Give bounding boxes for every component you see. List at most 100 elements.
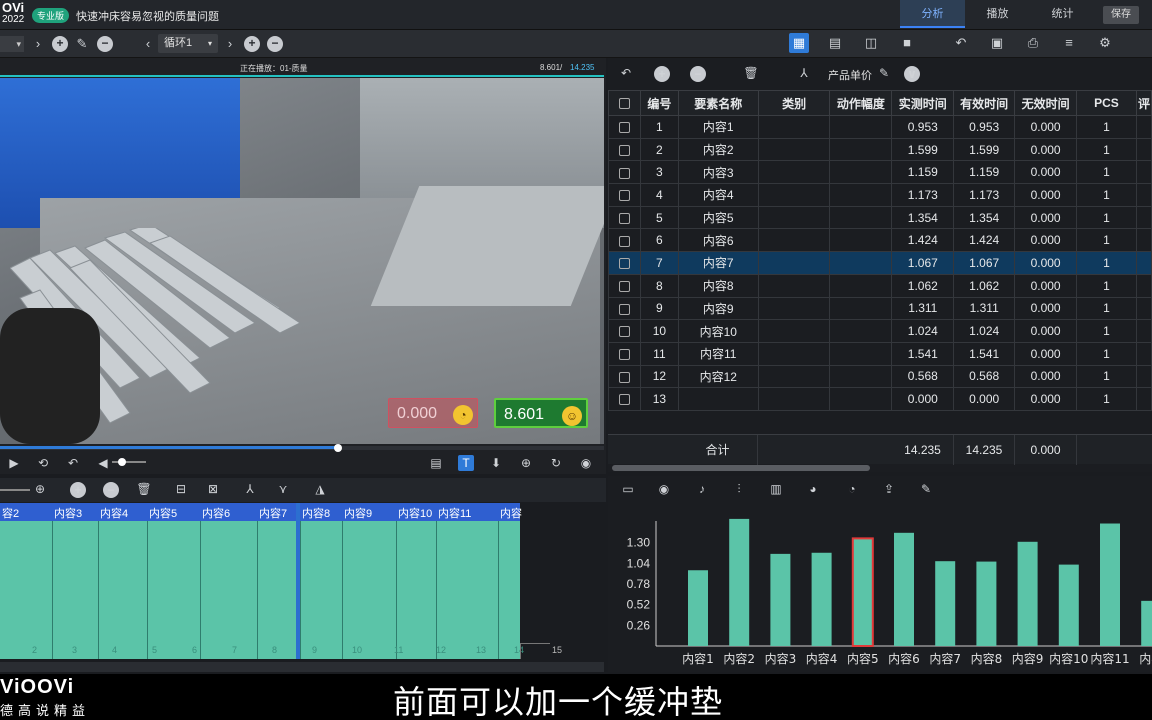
cell-valid[interactable]: 1.062 [953, 273, 1016, 298]
cell-category[interactable] [757, 160, 831, 185]
merge-icon[interactable]: ⋎ [275, 481, 291, 497]
chart-bar[interactable] [1058, 564, 1079, 646]
cell-category[interactable] [757, 364, 831, 389]
pie-chart-icon[interactable]: ◕ [805, 481, 821, 497]
cell-valid[interactable]: 0.000 [953, 387, 1016, 411]
edit-icon[interactable]: ✎ [876, 65, 892, 81]
cell-name[interactable]: 内容3 [677, 160, 759, 185]
cell-category[interactable] [757, 228, 831, 253]
timeline-segment-divider[interactable] [200, 521, 201, 659]
download-icon[interactable]: ⬇ [488, 455, 504, 471]
cell-valid[interactable]: 1.311 [953, 296, 1016, 321]
row-select-checkbox[interactable] [618, 394, 630, 406]
cell-rating[interactable] [1135, 341, 1152, 366]
table-row[interactable]: 8 内容8 1.062 1.062 0.000 1 [608, 273, 1152, 298]
cell-invalid[interactable]: 0.000 [1014, 364, 1078, 389]
cell-invalid[interactable]: 0.000 [1014, 183, 1078, 207]
cell-valid[interactable]: 1.541 [953, 341, 1016, 366]
camera-icon[interactable]: ◉ [578, 455, 594, 471]
table-row[interactable]: 7 内容7 1.067 1.067 0.000 1 [608, 251, 1152, 275]
row-select-checkbox[interactable] [618, 326, 630, 338]
cell-category[interactable] [757, 296, 831, 321]
cell-rating[interactable] [1135, 387, 1152, 411]
cell-name[interactable]: 内容4 [677, 183, 759, 207]
row-checkbox[interactable] [608, 205, 641, 230]
sliders-icon[interactable]: ⫶ [731, 481, 747, 497]
col-header-pcs[interactable]: PCS [1076, 90, 1137, 116]
cell-valid[interactable]: 1.599 [953, 137, 1016, 162]
cell-amplitude[interactable] [829, 251, 893, 275]
plus-circle-icon[interactable]: + [654, 66, 670, 82]
select-all-checkbox[interactable] [618, 98, 630, 110]
table-row[interactable]: 1 内容1 0.953 0.953 0.000 1 [608, 115, 1152, 139]
cell-invalid[interactable]: 0.000 [1014, 228, 1078, 253]
cell-amplitude[interactable] [829, 387, 893, 411]
timeline-segment-divider[interactable] [147, 521, 148, 659]
cell-category[interactable] [757, 273, 831, 298]
cell-no[interactable]: 5 [639, 205, 679, 230]
cell-valid[interactable]: 1.024 [953, 319, 1016, 343]
cell-amplitude[interactable] [829, 364, 893, 389]
table-row[interactable]: 12 内容12 0.568 0.568 0.000 1 [608, 364, 1152, 389]
timeline-segment-divider[interactable] [436, 521, 437, 659]
row-checkbox[interactable] [608, 251, 641, 275]
row-select-checkbox[interactable] [618, 190, 630, 202]
timeline-segment-label[interactable]: 内容11 [438, 505, 471, 521]
timeline-segment-divider[interactable] [257, 521, 258, 659]
cell-measured[interactable]: 0.568 [891, 364, 955, 389]
table-row[interactable]: 13 0.000 0.000 0.000 1 [608, 387, 1152, 411]
row-checkbox[interactable] [608, 160, 641, 185]
cell-invalid[interactable]: 0.000 [1014, 341, 1078, 366]
cell-no[interactable]: 7 [639, 251, 679, 275]
cell-measured[interactable]: 0.000 [891, 387, 955, 411]
text-icon[interactable]: T [458, 455, 474, 471]
cell-name[interactable]: 内容8 [677, 273, 759, 298]
single-view-icon[interactable]: ■ [897, 33, 917, 53]
col-header-valid[interactable]: 有效时间 [953, 90, 1016, 116]
timeline-segment-label[interactable]: 内容3 [54, 505, 82, 521]
cell-no[interactable]: 9 [639, 296, 679, 321]
cell-amplitude[interactable] [829, 319, 893, 343]
chevron-right-icon[interactable]: › [222, 36, 238, 52]
table-scrollbar[interactable] [612, 465, 870, 471]
table-row[interactable]: 4 内容4 1.173 1.173 0.000 1 [608, 183, 1152, 207]
cell-name[interactable]: 内容5 [677, 205, 759, 230]
row-checkbox[interactable] [608, 273, 641, 298]
timeline-segment-divider[interactable] [52, 521, 53, 659]
cell-invalid[interactable]: 0.000 [1014, 115, 1078, 139]
chart-bar[interactable] [894, 532, 914, 646]
cell-rating[interactable] [1135, 364, 1152, 389]
plus-circle-icon[interactable]: + [244, 36, 260, 52]
collapsed-dropdown[interactable]: ▾ [0, 36, 24, 52]
chart-bar[interactable] [851, 537, 874, 647]
export-icon[interactable]: ⇪ [881, 481, 897, 497]
cell-invalid[interactable]: 0.000 [1014, 387, 1078, 411]
timeline-segment-label[interactable]: 容2 [2, 505, 19, 521]
cell-category[interactable] [757, 387, 831, 411]
microphone-icon[interactable]: ♪ [694, 481, 710, 497]
undo-icon[interactable]: ↶ [951, 33, 971, 53]
cell-valid[interactable]: 0.568 [953, 364, 1016, 389]
cell-invalid[interactable]: 0.000 [1014, 296, 1078, 321]
cell-no[interactable]: 3 [639, 160, 679, 185]
cell-no[interactable]: 8 [639, 273, 679, 298]
cell-amplitude[interactable] [829, 296, 893, 321]
comment-icon[interactable]: ▭ [620, 481, 636, 497]
chart-bar[interactable] [1100, 523, 1120, 646]
cell-measured[interactable]: 1.424 [891, 228, 955, 253]
col-header-no[interactable]: 编号 [639, 90, 679, 116]
cell-amplitude[interactable] [829, 273, 893, 298]
video-icon[interactable]: ▣ [987, 33, 1007, 53]
col-header-name[interactable]: 要素名称 [677, 90, 759, 116]
cell-category[interactable] [757, 137, 831, 162]
minus-circle-icon[interactable]: − [97, 36, 113, 52]
chart-bar[interactable] [1017, 541, 1038, 646]
row-checkbox[interactable] [608, 183, 641, 207]
col-header-amplitude[interactable]: 动作幅度 [829, 90, 893, 116]
minus-circle-icon[interactable]: − [690, 66, 706, 82]
cell-measured[interactable]: 1.067 [891, 251, 955, 275]
cell-invalid[interactable]: 0.000 [1014, 137, 1078, 162]
table-row[interactable]: 10 内容10 1.024 1.024 0.000 1 [608, 319, 1152, 343]
cell-name[interactable]: 内容6 [677, 228, 759, 253]
cell-category[interactable] [757, 205, 831, 230]
